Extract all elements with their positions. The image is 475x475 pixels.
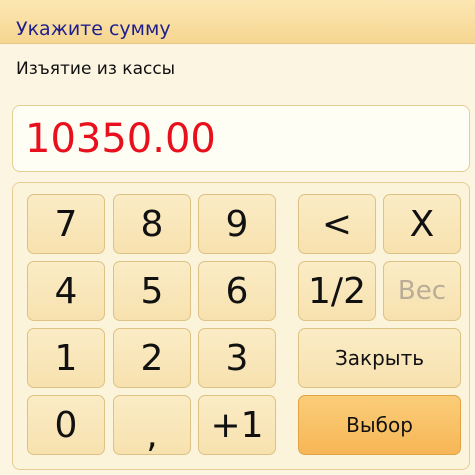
key-6[interactable]: 6 [198, 261, 276, 321]
key-8[interactable]: 8 [113, 194, 191, 254]
select-button[interactable]: Выбор [298, 395, 461, 455]
key-plus-one[interactable]: +1 [198, 395, 276, 455]
key-7[interactable]: 7 [27, 194, 105, 254]
key-3[interactable]: 3 [198, 328, 276, 388]
amount-value: 10350.00 [25, 116, 216, 162]
operation-subtitle: Изъятие из кассы [16, 59, 176, 79]
key-comma[interactable]: , [113, 395, 191, 456]
key-1[interactable]: 1 [27, 328, 105, 388]
dialog-title-bar: Укажите сумму [0, 0, 475, 44]
key-0[interactable]: 0 [27, 395, 105, 455]
clear-button[interactable]: X [383, 194, 461, 254]
close-button[interactable]: Закрыть [298, 328, 461, 388]
backspace-button[interactable]: < [298, 194, 376, 254]
key-comma-label: , [146, 414, 158, 456]
half-button[interactable]: 1/2 [298, 261, 376, 321]
keypad-panel: 7 8 9 < X 4 5 6 1/2 Вес 1 2 3 Закрыть 0 … [12, 182, 470, 470]
key-5[interactable]: 5 [113, 261, 191, 321]
key-9[interactable]: 9 [198, 194, 276, 254]
dialog-title: Укажите сумму [16, 18, 171, 40]
amount-display[interactable]: 10350.00 [12, 105, 470, 172]
weight-button[interactable]: Вес [383, 261, 461, 321]
key-4[interactable]: 4 [27, 261, 105, 321]
key-2[interactable]: 2 [113, 328, 191, 388]
